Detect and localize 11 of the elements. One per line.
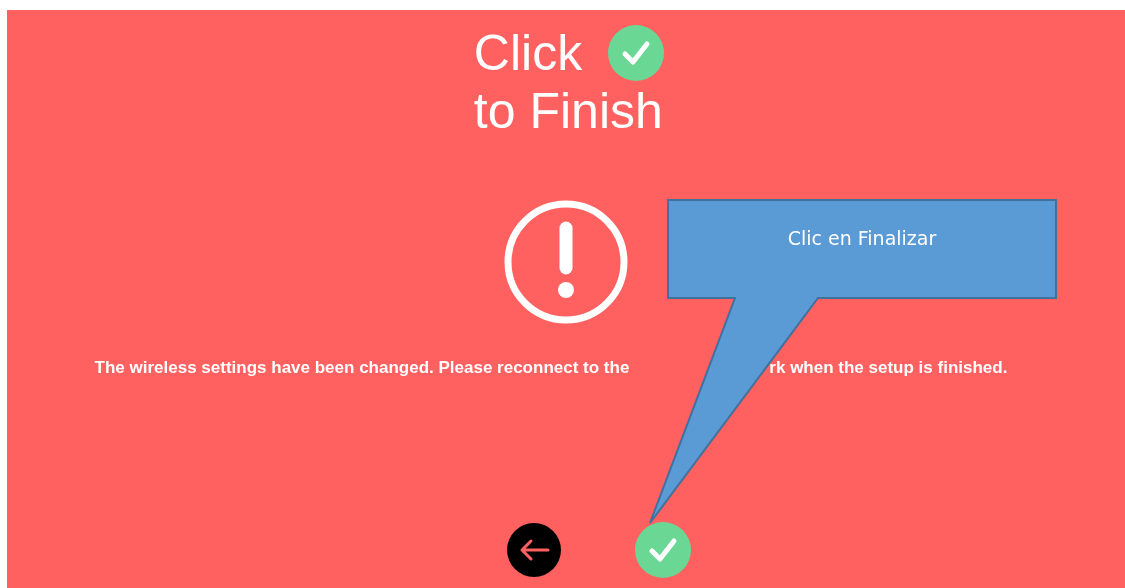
warning-icon <box>504 200 628 324</box>
message-text: The wireless settings have been changed. Please reconnect to the <box>94 358 630 378</box>
callout-text: Clic en Finalizar <box>786 226 938 250</box>
check-icon <box>635 522 691 578</box>
message-text: rk when the setup is finished. <box>769 358 1008 378</box>
title-text: to Finish <box>473 82 663 140</box>
back-button[interactable] <box>507 523 561 577</box>
back-arrow-icon <box>518 538 550 562</box>
check-icon <box>608 25 665 81</box>
title-text: Click <box>473 24 583 82</box>
finish-button[interactable] <box>635 522 691 578</box>
